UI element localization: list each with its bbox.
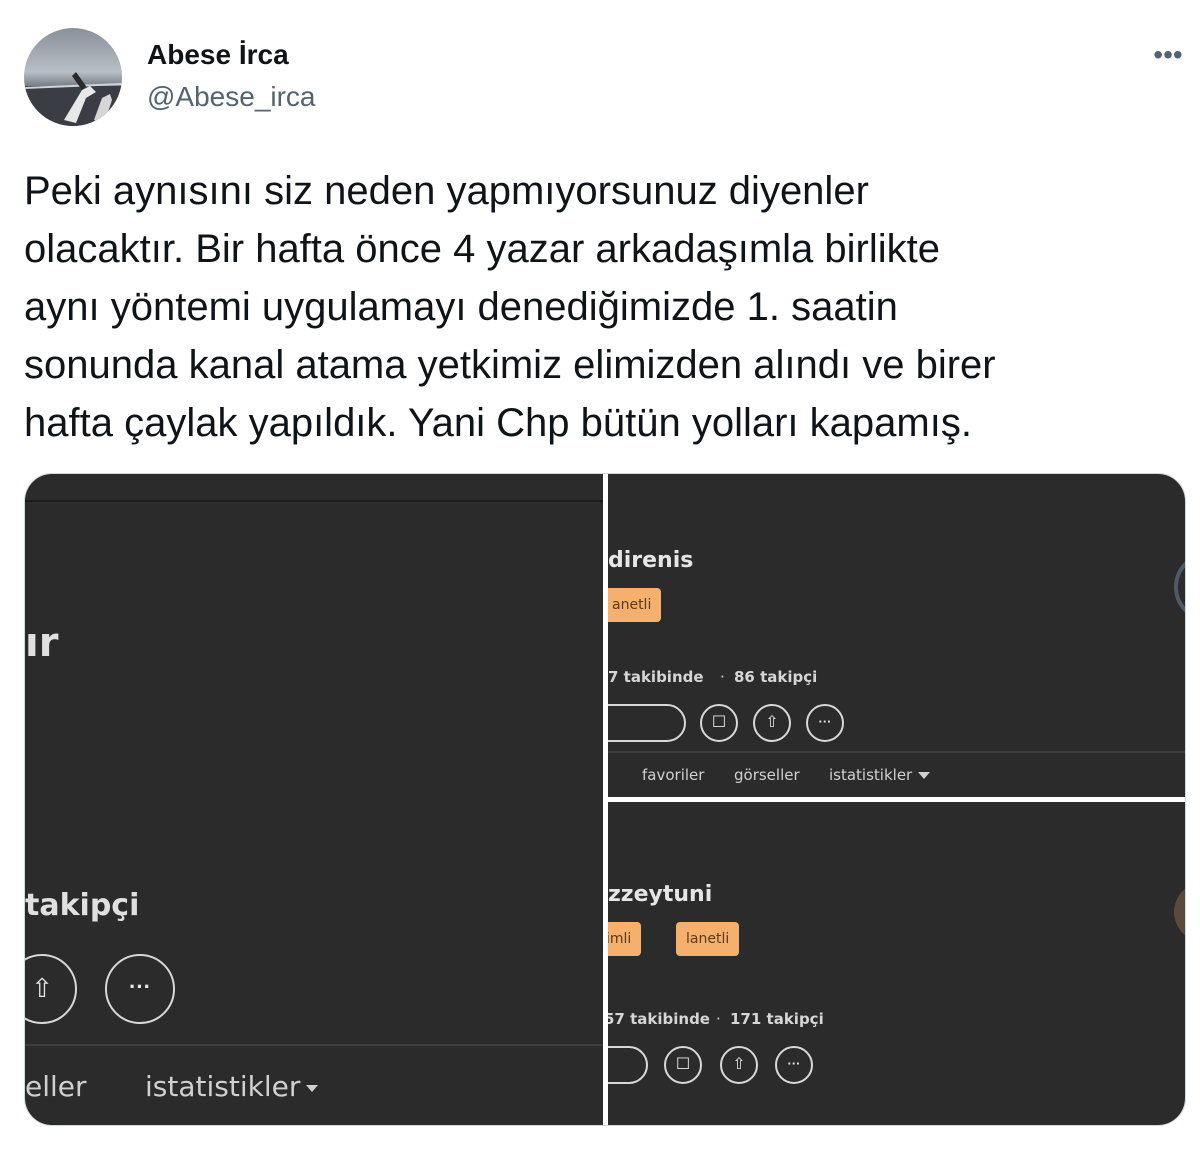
author-handle[interactable]: @Abese_irca: [147, 80, 316, 114]
screenshot-bottom-right[interactable]: zzeytuni imli lanetli 57 takibinde · 171…: [608, 802, 1185, 1125]
follow-button[interactable]: t: [608, 704, 686, 742]
badge-imli: imli: [608, 922, 642, 956]
divider: [25, 500, 603, 502]
more-horizontal-icon[interactable]: •••: [1150, 40, 1186, 70]
followers-count[interactable]: 86 takipçi: [734, 668, 817, 686]
tweet-media[interactable]: ır takipçi ⇧ ··· eller istatistikler dir…: [24, 473, 1186, 1126]
share-icon[interactable]: ⇧: [25, 954, 77, 1024]
follow-button[interactable]: [608, 1046, 648, 1084]
tweet-text: Peki aynısını siz neden yapmıyorsunuz di…: [24, 162, 1184, 452]
avatar[interactable]: [1174, 552, 1185, 622]
tab-label: istatistikler: [829, 766, 913, 784]
tweet-line: hafta çaylak yapıldık. Yani Chp bütün yo…: [24, 401, 972, 445]
more-icon[interactable]: ···: [105, 954, 175, 1024]
tweet-line: aynı yöntemi uygulamayı denediğimizde 1.…: [24, 285, 898, 329]
avatar[interactable]: [1174, 882, 1185, 942]
followers-count[interactable]: 171 takipçi: [730, 1010, 824, 1028]
badge-lanetli: lanetli: [676, 922, 740, 956]
more-icon[interactable]: ···: [806, 704, 844, 742]
tab-istatistikler[interactable]: istatistikler: [829, 766, 931, 784]
followers-count[interactable]: takipçi: [25, 888, 139, 923]
message-icon[interactable]: ☐: [664, 1046, 702, 1084]
avatar[interactable]: [24, 28, 122, 126]
chevron-down-icon: [306, 1084, 319, 1092]
badge-lanetli: anetli: [608, 588, 662, 622]
more-icon[interactable]: ···: [775, 1046, 813, 1084]
profile-name: ır: [25, 620, 59, 666]
divider: [25, 1044, 603, 1046]
share-icon[interactable]: ⇧: [720, 1046, 758, 1084]
profile-username: direnis: [608, 548, 694, 573]
share-icon[interactable]: ⇧: [753, 704, 791, 742]
screenshot-top-right[interactable]: direnis anetli 7 takibinde · 86 takipçi …: [608, 474, 1185, 797]
tab-istatistikler[interactable]: istatistikler: [145, 1070, 319, 1103]
tweet-line: Peki aynısını siz neden yapmıyorsunuz di…: [24, 169, 869, 213]
screenshot-left[interactable]: ır takipçi ⇧ ··· eller istatistikler: [25, 474, 603, 1125]
message-icon[interactable]: ☐: [700, 704, 738, 742]
author-name[interactable]: Abese İrca: [147, 38, 289, 72]
chevron-down-icon: [918, 772, 931, 779]
tweet-line: olacaktır. Bir hafta önce 4 yazar arkada…: [24, 227, 940, 271]
tab-gorseller[interactable]: eller: [25, 1070, 87, 1103]
avatar-photo: [24, 72, 122, 126]
tab-gorseller[interactable]: görseller: [734, 766, 800, 784]
tab-favoriler[interactable]: favoriler: [642, 766, 704, 784]
divider: [608, 751, 1185, 753]
following-count[interactable]: 7 takibinde: [608, 668, 704, 686]
separator: ·: [716, 1010, 721, 1028]
following-count[interactable]: 57 takibinde: [608, 1010, 710, 1028]
tab-label: istatistikler: [145, 1070, 301, 1103]
separator: ·: [720, 668, 725, 686]
profile-username: zzeytuni: [608, 882, 713, 907]
tweet-line: sonunda kanal atama yetkimiz elimizden a…: [24, 343, 996, 387]
